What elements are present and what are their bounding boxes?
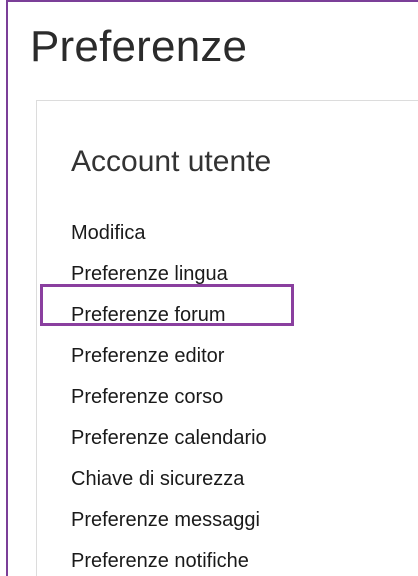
menu-item-preferenze-notifiche[interactable]: Preferenze notifiche (71, 541, 267, 576)
preferences-menu: Modifica Preferenze lingua Preferenze fo… (71, 213, 267, 576)
menu-item-preferenze-forum[interactable]: Preferenze forum (71, 295, 267, 336)
menu-item-preferenze-messaggi[interactable]: Preferenze messaggi (71, 500, 267, 541)
menu-item-modifica[interactable]: Modifica (71, 213, 267, 254)
menu-item-label: Preferenze forum (71, 304, 226, 326)
menu-item-label: Preferenze lingua (71, 263, 228, 285)
menu-item-label: Modifica (71, 222, 146, 244)
menu-item-preferenze-corso[interactable]: Preferenze corso (71, 377, 267, 418)
menu-item-preferenze-calendario[interactable]: Preferenze calendario (71, 418, 267, 459)
page-title: Preferenze (30, 22, 248, 71)
section-title: Account utente (71, 145, 272, 178)
menu-item-preferenze-editor[interactable]: Preferenze editor (71, 336, 267, 377)
menu-item-chiave-sicurezza[interactable]: Chiave di sicurezza (71, 459, 267, 500)
menu-item-label: Preferenze calendario (71, 427, 267, 449)
user-account-panel: Account utente Modifica Preferenze lingu… (36, 100, 418, 576)
menu-item-label: Preferenze notifiche (71, 550, 249, 572)
menu-item-label: Preferenze editor (71, 345, 225, 367)
menu-item-label: Preferenze corso (71, 386, 224, 408)
menu-item-label: Preferenze messaggi (71, 509, 260, 531)
preferences-frame: Preferenze Account utente Modifica Prefe… (6, 0, 418, 576)
menu-item-preferenze-lingua[interactable]: Preferenze lingua (71, 254, 267, 295)
menu-item-label: Chiave di sicurezza (71, 468, 245, 490)
